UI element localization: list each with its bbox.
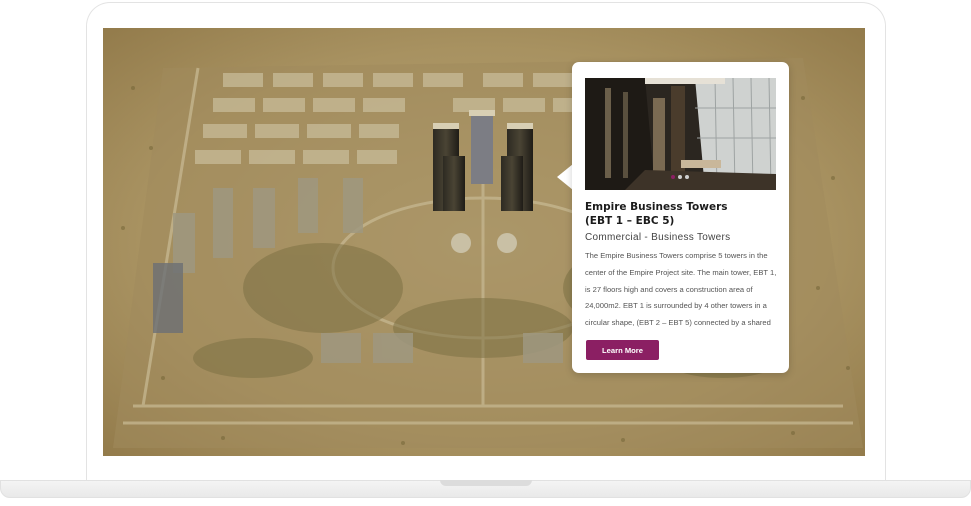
slider-dots (671, 175, 689, 179)
popup-pointer (557, 164, 573, 190)
project-photo-slider[interactable] (585, 78, 776, 190)
slider-dot-1[interactable] (671, 175, 675, 179)
laptop-mockup: Empire Business Towers (EBT 1 – EBC 5) C… (0, 0, 971, 506)
slider-dot-2[interactable] (678, 175, 682, 179)
project-title: Empire Business Towers (EBT 1 – EBC 5) (585, 201, 728, 227)
laptop-notch (440, 480, 532, 486)
project-category: Commercial - Business Towers (585, 232, 731, 243)
lobby-photo (585, 78, 776, 190)
slider-dot-3[interactable] (685, 175, 689, 179)
learn-more-button[interactable]: Learn More (586, 340, 659, 360)
project-info-popup: Empire Business Towers (EBT 1 – EBC 5) C… (572, 62, 789, 373)
project-description: The Empire Business Towers comprise 5 to… (585, 251, 777, 328)
